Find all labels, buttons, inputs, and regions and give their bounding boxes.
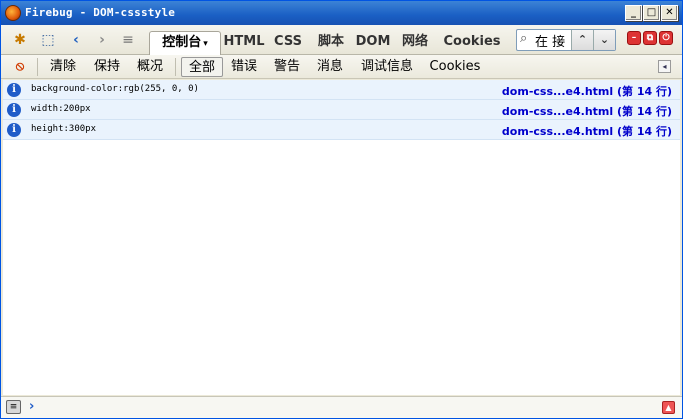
search-previous-button[interactable]: ⌃ [571,30,593,50]
firebug-detach-button[interactable]: ⧉ [643,31,657,45]
filter-info[interactable]: 消息 [312,57,348,77]
filter-all[interactable]: 全部 [181,57,223,77]
tab-script[interactable]: 脚本 [311,31,351,55]
firebug-window: Firebug - DOM-cssstyle _ □ ✕ ✱ ⬚ ‹ › ≡ 控… [0,0,683,419]
maximize-button[interactable]: □ [643,5,660,21]
tab-dom[interactable]: DOM [355,31,391,55]
tab-cookies[interactable]: Cookies [441,31,503,55]
prompt-icon: › [29,399,35,414]
console-toolbar: ⦸ 清除 保持 概况 全部 错误 警告 消息 调试信息 Cookies ◂ [1,55,682,79]
minimize-button[interactable]: _ [625,5,642,21]
tab-css[interactable]: CSS [269,31,307,55]
console-log: i background-color:rgb(255, 0, 0) dom-cs… [3,80,680,395]
tab-console[interactable]: 控制台 ▾ [149,31,221,55]
search-next-button[interactable]: ⌄ [593,30,615,50]
close-button[interactable]: ✕ [661,5,678,21]
log-message: background-color:rgb(255, 0, 0) [31,84,199,94]
divider [175,58,176,76]
filter-errors[interactable]: 错误 [226,57,262,77]
profile-button[interactable]: 概况 [132,57,168,77]
title-bar: Firebug - DOM-cssstyle _ □ ✕ [1,1,682,25]
back-icon[interactable]: ‹ [67,31,85,49]
filter-cookies[interactable]: Cookies [426,57,484,77]
firebug-icon[interactable]: ✱ [11,31,29,49]
main-toolbar: ✱ ⬚ ‹ › ≡ 控制台 ▾ HTML CSS 脚本 DOM 网络 Cookie… [1,25,682,55]
window-title: Firebug - DOM-cssstyle [25,6,176,19]
tab-console-label: 控制台 [162,35,202,50]
filter-debug[interactable]: 调试信息 [356,57,418,77]
forward-icon[interactable]: › [93,31,111,49]
firebug-minimize-button[interactable]: – [627,31,641,45]
tab-html[interactable]: HTML [223,31,265,55]
tab-net[interactable]: 网络 [395,31,435,55]
chevron-down-icon[interactable]: ▾ [203,39,208,49]
log-message: width:200px [31,104,91,114]
info-icon: i [7,123,21,137]
log-row: i height:300px dom-css...e4.html (第 14 行… [3,120,680,140]
log-source-link[interactable]: dom-css...e4.html (第 14 行) [502,103,672,119]
search-box: ⌕ ⌃ ⌄ [516,29,616,51]
log-row: i background-color:rgb(255, 0, 0) dom-cs… [3,80,680,100]
log-row: i width:200px dom-css...e4.html (第 14 行) [3,100,680,120]
list-icon[interactable]: ≡ [119,31,137,49]
clear-console-icon[interactable]: ⦸ [11,57,29,77]
divider [37,58,38,76]
info-icon: i [7,103,21,117]
log-message: height:300px [31,124,97,134]
log-source-link[interactable]: dom-css...e4.html (第 14 行) [502,123,672,139]
firebug-power-button[interactable]: ⏻ [659,31,673,45]
command-editor-icon[interactable]: ≡ [6,400,21,414]
log-source-link[interactable]: dom-css...e4.html (第 14 行) [502,83,672,99]
inspect-icon[interactable]: ⬚ [39,31,57,49]
command-line: ≡ › ▲ [1,396,682,418]
info-icon: i [7,83,21,97]
firefox-icon [5,5,21,21]
filter-warnings[interactable]: 警告 [269,57,305,77]
persist-button[interactable]: 保持 [89,57,125,77]
collapse-panel-icon[interactable]: ◂ [658,60,671,73]
search-icon: ⌕ [520,31,528,46]
error-indicator-icon[interactable]: ▲ [662,401,675,414]
clear-button[interactable]: 清除 [45,57,81,77]
command-input[interactable] [41,400,641,416]
